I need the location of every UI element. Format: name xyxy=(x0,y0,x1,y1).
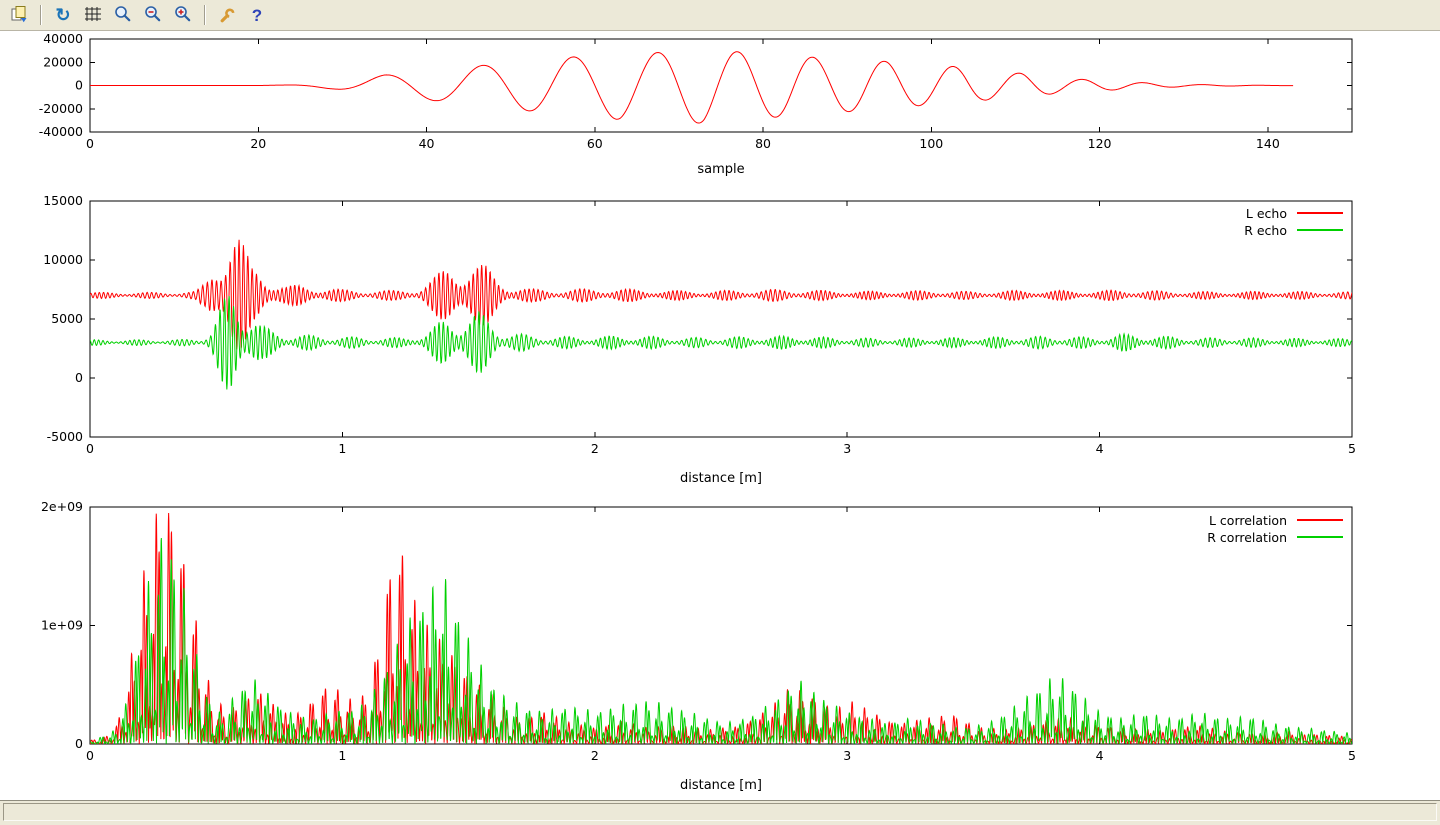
zoom-icon xyxy=(114,5,132,26)
legend-item: R correlation xyxy=(1207,531,1343,543)
x-tick-label: 4 xyxy=(1096,748,1104,763)
x-axis-label-distance-correlation: distance [m] xyxy=(90,778,1352,793)
legend-correlation: L correlation R correlation xyxy=(1207,514,1343,543)
zoom-button[interactable] xyxy=(109,2,137,28)
help-button[interactable]: ? xyxy=(243,2,271,28)
legend-line-sample xyxy=(1297,229,1343,231)
gnuplot-window: ↻ xyxy=(0,0,1440,824)
status-text xyxy=(3,803,1437,821)
y-tick-label: 0 xyxy=(75,78,83,93)
x-axis-label-distance-echo: distance [m] xyxy=(90,471,1352,486)
x-tick-label: 40 xyxy=(419,136,435,151)
x-tick-label: 2 xyxy=(591,748,599,763)
y-tick-label: 15000 xyxy=(43,193,83,208)
legend-label: R correlation xyxy=(1207,530,1287,545)
replot-button[interactable]: ↻ xyxy=(49,2,77,28)
config-button[interactable] xyxy=(213,2,241,28)
series-l-correlation xyxy=(90,513,1352,744)
legend-echo: L echo R echo xyxy=(1244,207,1343,236)
legend-line-sample xyxy=(1297,536,1343,538)
series-chirp-signal xyxy=(90,52,1293,123)
x-tick-label: 100 xyxy=(919,136,943,151)
y-tick-label: -5000 xyxy=(47,429,83,444)
x-tick-label: 1 xyxy=(338,748,346,763)
x-tick-label: 4 xyxy=(1096,441,1104,456)
x-tick-label: 3 xyxy=(843,441,851,456)
y-tick-label: 20000 xyxy=(43,54,83,69)
wrench-icon xyxy=(218,5,236,26)
y-tick-label: 1e+09 xyxy=(41,618,83,633)
series-l-echo xyxy=(90,240,1352,350)
x-tick-label: 2 xyxy=(591,441,599,456)
zoom-out-icon xyxy=(144,5,162,26)
copy-icon xyxy=(10,5,28,26)
x-tick-label: 0 xyxy=(86,136,94,151)
x-axis-label-sample: sample xyxy=(90,162,1352,177)
plot-echo[interactable]: 012345150001000050000-5000 xyxy=(0,189,1440,494)
legend-line-sample xyxy=(1297,212,1343,214)
plot-canvas[interactable]: 02040608010012014040000200000-20000-4000… xyxy=(0,31,1440,800)
y-tick-label: 5000 xyxy=(51,311,83,326)
zoom-in-icon xyxy=(174,5,192,26)
x-tick-label: 5 xyxy=(1348,441,1356,456)
legend-item: L correlation xyxy=(1207,514,1343,526)
zoom-out-button[interactable] xyxy=(139,2,167,28)
status-bar xyxy=(0,800,1440,824)
help-icon: ? xyxy=(252,7,262,24)
series-r-echo xyxy=(90,296,1352,389)
y-tick-label: 10000 xyxy=(43,252,83,267)
refresh-icon: ↻ xyxy=(55,6,70,24)
x-tick-label: 80 xyxy=(755,136,771,151)
x-tick-label: 3 xyxy=(843,748,851,763)
x-tick-label: 0 xyxy=(86,441,94,456)
plot-border xyxy=(90,507,1352,744)
export-button[interactable] xyxy=(5,2,33,28)
zoom-in-button[interactable] xyxy=(169,2,197,28)
legend-label: L correlation xyxy=(1209,513,1287,528)
x-tick-label: 120 xyxy=(1088,136,1112,151)
x-tick-label: 0 xyxy=(86,748,94,763)
toolbar: ↻ xyxy=(0,0,1440,31)
x-tick-label: 60 xyxy=(587,136,603,151)
series-r-correlation xyxy=(90,538,1352,744)
x-tick-label: 140 xyxy=(1256,136,1280,151)
plot-border xyxy=(90,201,1352,437)
toolbar-separator xyxy=(40,5,42,25)
x-tick-label: 1 xyxy=(338,441,346,456)
toolbar-separator xyxy=(204,5,206,25)
y-tick-label: 0 xyxy=(75,736,83,751)
y-tick-label: 2e+09 xyxy=(41,499,83,514)
legend-item: L echo xyxy=(1244,207,1343,219)
legend-line-sample xyxy=(1297,519,1343,521)
grid-icon xyxy=(84,5,102,26)
y-tick-label: -20000 xyxy=(39,101,83,116)
legend-label: L echo xyxy=(1246,206,1287,221)
y-tick-label: -40000 xyxy=(39,124,83,139)
x-tick-label: 5 xyxy=(1348,748,1356,763)
y-tick-label: 40000 xyxy=(43,31,83,46)
toggle-grid-button[interactable] xyxy=(79,2,107,28)
legend-label: R echo xyxy=(1244,223,1287,238)
x-tick-label: 20 xyxy=(250,136,266,151)
y-tick-label: 0 xyxy=(75,370,83,385)
legend-item: R echo xyxy=(1244,224,1343,236)
